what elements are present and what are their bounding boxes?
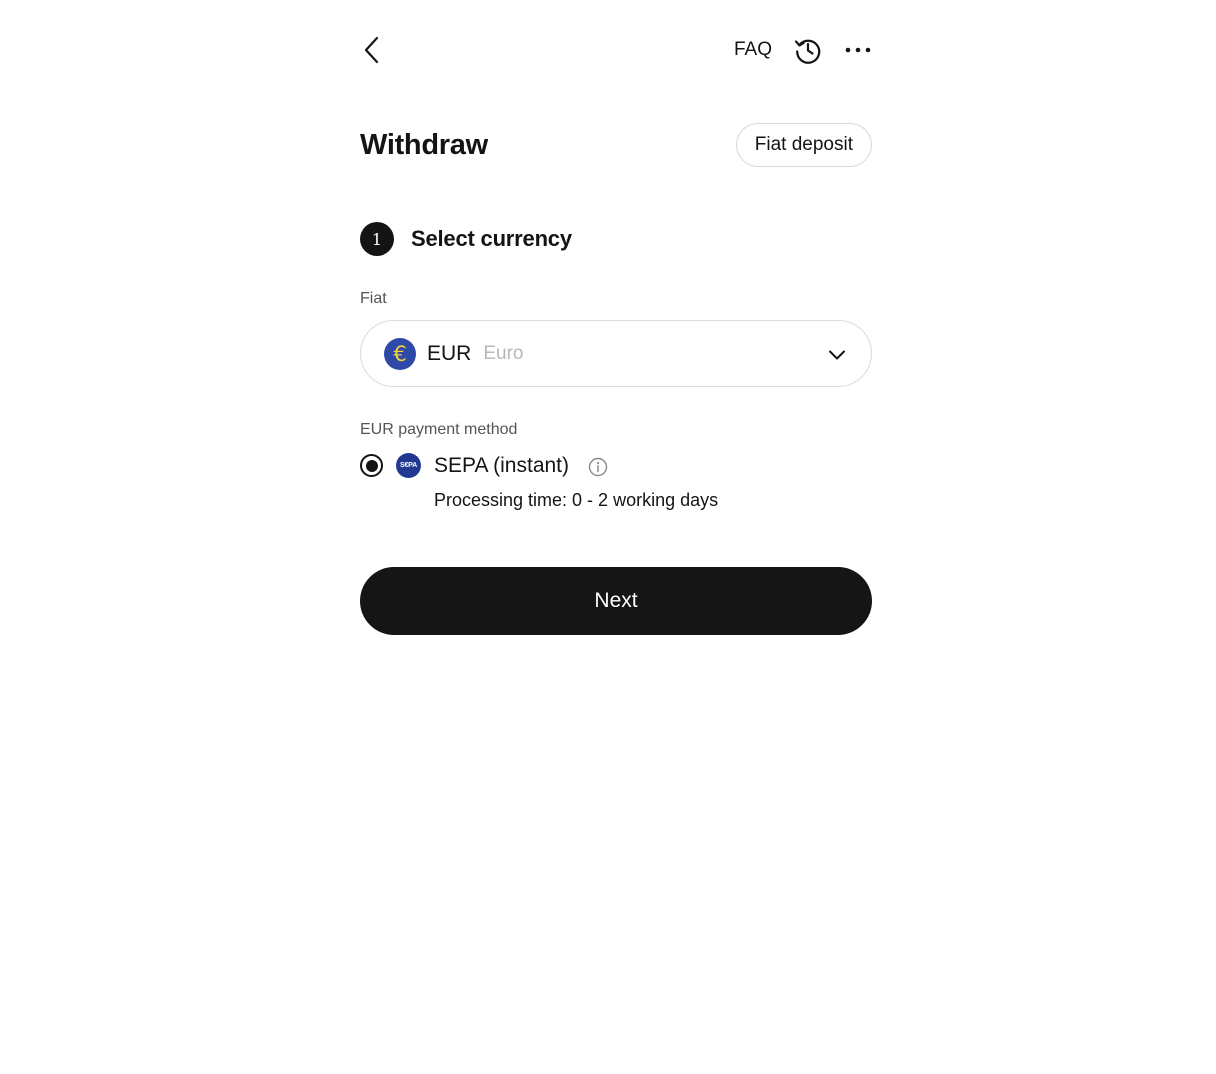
currency-name: Euro	[483, 342, 524, 364]
next-button[interactable]: Next	[360, 567, 872, 635]
payment-method-option[interactable]: S€PA SEPA (instant) Processing time: 0 -…	[360, 452, 872, 522]
euro-icon: €	[384, 337, 416, 370]
step-number-badge: 1	[360, 222, 394, 256]
payment-method-label: EUR payment method	[360, 421, 518, 438]
top-actions: FAQ	[734, 28, 872, 72]
fiat-label: Fiat	[360, 290, 387, 307]
chevron-down-icon	[829, 350, 845, 360]
currency-code: EUR	[427, 341, 472, 365]
more-dots-icon	[845, 47, 871, 53]
history-button[interactable]	[792, 34, 824, 66]
step-title: Select currency	[411, 226, 572, 251]
top-bar: FAQ	[360, 28, 872, 72]
info-icon[interactable]	[588, 457, 608, 477]
more-options-button[interactable]	[842, 34, 874, 66]
payment-method-name: SEPA (instant)	[434, 454, 570, 477]
processing-time: Processing time: 0 - 2 working days	[434, 490, 719, 510]
chevron-left-icon	[364, 36, 379, 64]
payment-method-radio[interactable]	[360, 454, 383, 477]
step-header: 1 Select currency	[360, 222, 572, 256]
faq-link[interactable]: FAQ	[734, 39, 772, 61]
currency-select[interactable]: € EUR Euro	[360, 320, 872, 387]
radio-selected-dot	[365, 459, 378, 472]
page-title: Withdraw	[360, 129, 488, 161]
withdraw-page: FAQ Withdraw Fiat deposit 1 Select curre…	[0, 0, 1216, 1074]
fiat-deposit-button[interactable]: Fiat deposit	[735, 123, 872, 167]
history-icon	[794, 39, 821, 64]
title-row: Withdraw Fiat deposit	[360, 123, 872, 169]
sepa-logo-icon: S€PA	[396, 453, 421, 478]
back-button[interactable]	[356, 34, 388, 66]
